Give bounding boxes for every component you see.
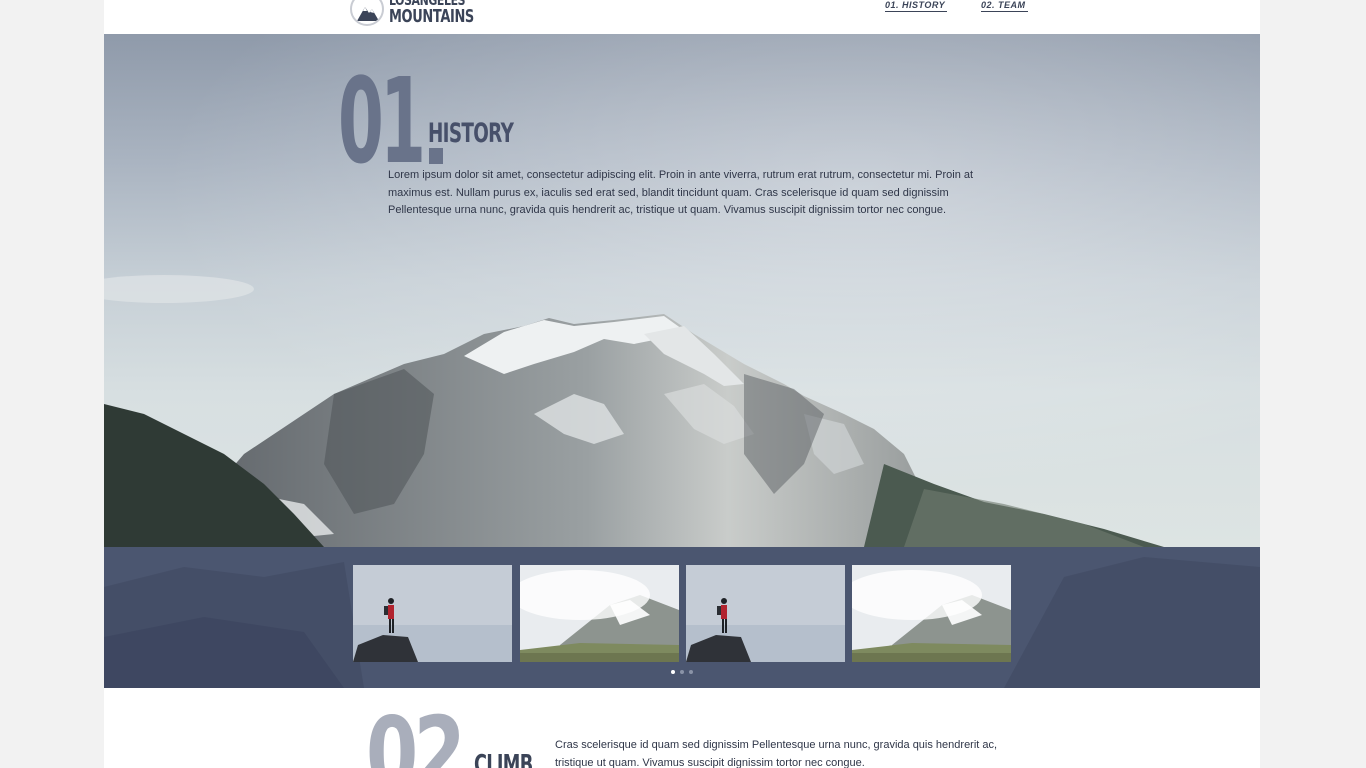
gallery-dot-3[interactable] [689, 670, 693, 674]
climb-title: CLIMB [474, 750, 533, 768]
climb-body: Cras scelerisque id quam sed dignissim P… [555, 739, 998, 768]
page: LOSANGELES MOUNTAINS 01. HISTORY 02. TEA… [104, 0, 1260, 768]
nav-link-history[interactable]: 01. HISTORY [885, 0, 948, 12]
gallery-dot-2[interactable] [680, 670, 684, 674]
history-title: HISTORY [428, 118, 514, 149]
history-body: Lorem ipsum dolor sit amet, consectetur … [388, 169, 974, 216]
nav-link-team[interactable]: 02. TEAM [981, 0, 1028, 12]
mountain-logo-icon [350, 0, 384, 26]
gallery-dot-1[interactable] [671, 670, 675, 674]
gallery-thumbnail-1[interactable] [353, 565, 512, 662]
hiker-photo [686, 565, 845, 662]
logo-line2: MOUNTAINS [389, 6, 474, 27]
history-hero: 01 HISTORY Lorem ipsum dolor sit amet, c… [104, 34, 1260, 547]
site-logo[interactable]: LOSANGELES MOUNTAINS [350, 0, 507, 26]
section-number-02: 02 [366, 695, 466, 768]
valley-photo [852, 565, 1011, 662]
gallery-thumbnail-2[interactable] [520, 565, 679, 662]
gallery-background [104, 557, 1260, 688]
section-number-01: 01 [338, 52, 426, 190]
hiker-photo [353, 565, 512, 662]
gallery-thumbnail-3[interactable] [686, 565, 845, 662]
section-number-dot [429, 148, 443, 164]
site-header: LOSANGELES MOUNTAINS 01. HISTORY 02. TEA… [104, 0, 1260, 34]
climb-section: 02 CLIMB Cras scelerisque id quam sed di… [104, 688, 1260, 768]
gallery-thumbnail-4[interactable] [852, 565, 1011, 662]
photo-gallery [104, 547, 1260, 688]
gallery-pagination [671, 670, 693, 674]
mountain-hero-image [104, 34, 1260, 547]
valley-photo [520, 565, 679, 662]
logo-text: LOSANGELES MOUNTAINS [389, 0, 507, 27]
